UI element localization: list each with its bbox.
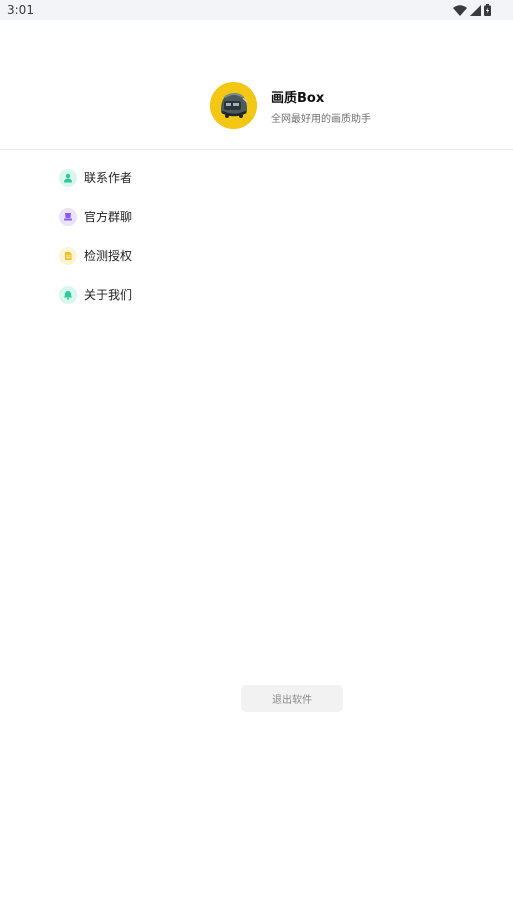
wifi-icon (453, 4, 467, 16)
menu-item-label: 关于我们 (84, 288, 133, 302)
menu-item-label: 检测授权 (84, 249, 133, 263)
app-avatar[interactable] (210, 82, 257, 129)
menu-item-official-group[interactable]: 官方群聊 (59, 204, 132, 230)
menu-item-check-authorization[interactable]: 检测授权 (59, 243, 132, 269)
signal-icon (470, 4, 481, 16)
status-icons (453, 3, 491, 17)
document-icon (59, 247, 77, 265)
group-icon (59, 208, 77, 226)
menu-item-label: 联系作者 (84, 171, 133, 185)
helmet-avatar-icon (210, 82, 257, 129)
app-name: 画质Box (271, 91, 325, 106)
status-bar: 3:01 (0, 0, 513, 20)
battery-icon (484, 4, 491, 16)
app-tagline: 全网最好用的画质助手 (271, 114, 371, 125)
menu-item-label: 官方群聊 (84, 210, 133, 224)
menu-item-about-us[interactable]: 关于我们 (59, 282, 132, 308)
status-time: 3:01 (7, 3, 34, 17)
person-icon (59, 169, 77, 187)
exit-app-button[interactable]: 退出软件 (241, 685, 343, 712)
menu-item-contact-author[interactable]: 联系作者 (59, 165, 132, 191)
bell-icon (59, 286, 77, 304)
app-header: 画质Box 全网最好用的画质助手 (0, 20, 513, 150)
